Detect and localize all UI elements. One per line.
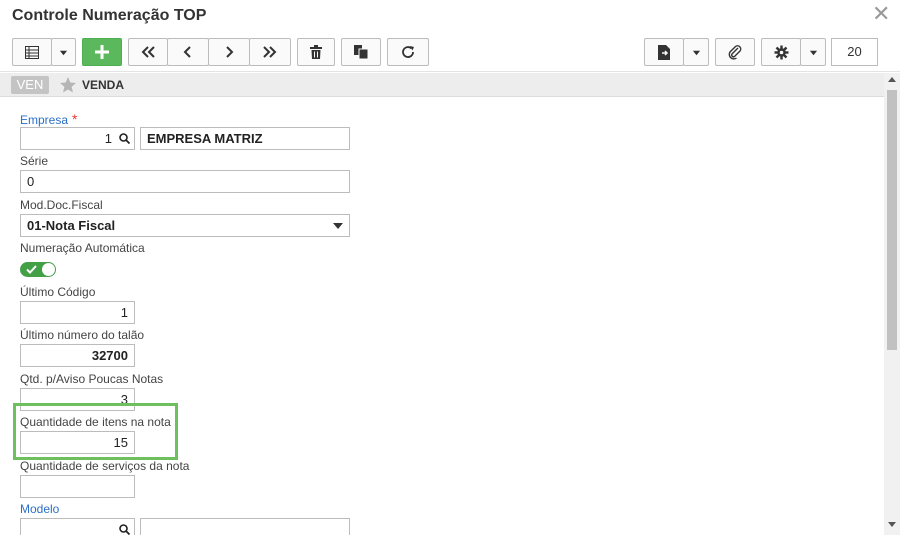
grid-view-dropdown[interactable]: [51, 38, 76, 66]
grid-view-button[interactable]: [12, 38, 52, 66]
chevron-down-icon: [333, 223, 343, 229]
export-icon: [657, 44, 670, 60]
previous-icon: [183, 46, 191, 58]
window-title: Controle Numeração TOP: [12, 7, 207, 24]
modelo-name-field: [140, 518, 350, 535]
close-button[interactable]: ✕: [872, 3, 890, 25]
serie-field[interactable]: 0: [20, 170, 350, 193]
tag-code-chip: VEN: [11, 76, 49, 94]
last-icon: [263, 46, 277, 58]
scroll-down-arrow-icon[interactable]: [888, 522, 896, 527]
required-mark: *: [72, 111, 78, 127]
empresa-label-text: Empresa: [20, 113, 69, 127]
export-button[interactable]: [644, 38, 684, 66]
refresh-button[interactable]: [387, 38, 429, 66]
qtd-servicos-nota-label: Quantidade de serviços da nota: [20, 459, 190, 473]
page-size-input[interactable]: 20: [831, 38, 878, 66]
scroll-up-arrow-icon[interactable]: [888, 77, 896, 82]
empresa-label: Empresa *: [20, 111, 77, 127]
form-panel: Empresa * 1 EMPRESA MATRIZ Série 0 Mod.Do…: [0, 98, 884, 535]
numeracao-automatica-label: Numeração Automática: [20, 241, 145, 255]
add-icon: [95, 45, 109, 59]
caret-down-icon: [59, 50, 68, 55]
add-button[interactable]: [82, 38, 122, 66]
paperclip-icon: [728, 45, 742, 60]
toggle-knob: [42, 263, 55, 276]
last-record-button[interactable]: [249, 38, 291, 66]
numeracao-automatica-toggle[interactable]: [20, 262, 56, 277]
grid-icon: [25, 45, 39, 59]
settings-button[interactable]: [761, 38, 801, 66]
next-icon: [226, 46, 234, 58]
empresa-code-value: 1: [104, 131, 112, 146]
ultimo-numero-talao-field[interactable]: 32700: [20, 344, 135, 367]
search-icon[interactable]: [119, 524, 130, 535]
mod-doc-fiscal-label: Mod.Doc.Fiscal: [20, 198, 103, 212]
qtd-itens-nota-field[interactable]: 15: [20, 431, 135, 454]
scrollbar-thumb[interactable]: [887, 90, 897, 350]
refresh-icon: [402, 46, 414, 58]
first-record-button[interactable]: [128, 38, 168, 66]
tag-bar: VEN VENDA: [0, 73, 884, 97]
serie-label: Série: [20, 154, 49, 168]
search-icon[interactable]: [119, 133, 130, 144]
vertical-scrollbar[interactable]: [884, 73, 900, 535]
modelo-label: Modelo: [20, 502, 60, 516]
trash-icon: [310, 45, 322, 59]
first-icon: [141, 46, 155, 58]
export-dropdown[interactable]: [683, 38, 709, 66]
title-bar: Controle Numeração TOP ✕: [0, 0, 900, 32]
ultimo-codigo-field[interactable]: 1: [20, 301, 135, 324]
caret-down-icon: [692, 50, 700, 55]
gear-icon: [774, 45, 788, 59]
previous-record-button[interactable]: [167, 38, 209, 66]
check-icon: [26, 265, 37, 274]
tag-label: VENDA: [82, 78, 125, 92]
star-icon[interactable]: [59, 76, 77, 94]
empresa-code-field[interactable]: 1: [20, 127, 135, 150]
qtd-aviso-field[interactable]: 3: [20, 388, 135, 411]
mod-doc-fiscal-value: 01-Nota Fiscal: [27, 218, 116, 233]
mod-doc-fiscal-select[interactable]: 01-Nota Fiscal: [20, 214, 350, 237]
copy-icon: [354, 45, 368, 59]
ultimo-numero-talao-label: Último número do talão: [20, 328, 145, 342]
qtd-servicos-nota-field[interactable]: [20, 475, 135, 498]
next-record-button[interactable]: [208, 38, 250, 66]
toolbar: 20: [0, 32, 900, 72]
ultimo-codigo-label: Último Código: [20, 285, 96, 299]
settings-dropdown[interactable]: [800, 38, 826, 66]
empresa-name-field: EMPRESA MATRIZ: [140, 127, 350, 150]
qtd-aviso-label: Qtd. p/Aviso Poucas Notas: [20, 372, 164, 386]
attach-button[interactable]: [715, 38, 755, 66]
delete-button[interactable]: [297, 38, 335, 66]
modelo-code-field[interactable]: [20, 518, 135, 535]
qtd-itens-nota-label: Quantidade de itens na nota: [20, 415, 171, 429]
caret-down-icon: [809, 50, 817, 55]
copy-button[interactable]: [341, 38, 381, 66]
